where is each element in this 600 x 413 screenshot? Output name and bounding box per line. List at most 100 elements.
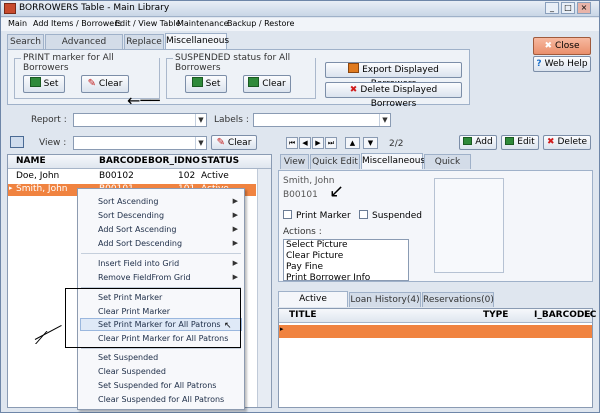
chevron-down-icon: ▼ [195,114,206,126]
list-item[interactable]: Select Picture [284,240,408,251]
table-row[interactable]: Doe, John B00102 102 Active [8,171,256,183]
close-window-button[interactable]: × [577,2,591,14]
pager-count: 2/2 [389,139,404,149]
tab-reservations[interactable]: Reservations(0) [422,292,494,307]
actions-list[interactable]: Select Picture Clear Picture Pay Fine Pr… [283,239,409,281]
submenu-arrow-icon: ▶ [232,239,238,247]
menu-backup-restore[interactable]: Backup / Restore [227,19,294,28]
suspended-set-button[interactable]: Set [185,75,227,93]
menu-insert-field[interactable]: Insert Field into Grid [98,259,179,268]
col-status[interactable]: STATUS [201,156,239,166]
view-clear-button[interactable]: ✎ Clear [211,135,257,150]
detail-tab-view[interactable]: View [280,154,309,169]
help-icon: ? [536,59,542,69]
menu-bar: Main Add Items / Borrowers Edit / View T… [1,18,599,31]
down-record-icon[interactable]: ▼ [363,137,378,149]
up-record-icon[interactable]: ▲ [345,137,360,149]
web-help-button[interactable]: ? Web Help [533,56,591,72]
print-marker-checkbox[interactable]: Print Marker [283,210,351,221]
view-select[interactable]: ▼ [73,136,207,150]
set-icon [191,77,203,87]
loans-grid: TITLE TYPE I_BARCODE LC ▸ [278,308,596,408]
menu-add-sort-descending[interactable]: Add Sort Descending [98,239,182,248]
suspended-caption: SUSPENDED status for All Borrowers [173,53,315,73]
detail-tab-quick-edit[interactable]: Quick Edit [310,154,360,169]
labels-select[interactable]: ▼ [253,113,391,127]
delete-button[interactable]: ✖ Delete [543,135,591,150]
menu-separator [81,253,241,254]
detail-tab-quick-add[interactable]: Quick Add [424,154,471,181]
col-bor-idno[interactable]: BOR_IDNO [148,156,200,166]
menu-maintenance[interactable]: Maintenance [177,19,229,28]
detail-panel: Smith, John B00101 Print Marker Suspende… [278,170,593,282]
picture-frame[interactable] [434,178,504,273]
tab-search[interactable]: Search [7,34,44,49]
table-row-selected[interactable]: ▸ [279,325,592,338]
grid-header: NAME BARCODE BOR_IDNO STATUS [8,155,271,169]
tab-replace[interactable]: Replace [124,34,164,49]
menu-set-suspended[interactable]: Set Suspended [98,353,158,362]
menu-add-items[interactable]: Add Items / Borrowers [33,19,122,28]
tab-active-loans[interactable]: Active Loans(0) [278,291,348,318]
row-pointer-icon: ▸ [280,325,284,333]
col-name[interactable]: NAME [16,156,46,166]
col-type[interactable]: TYPE [483,310,508,320]
tab-advanced-search[interactable]: Advanced Search [45,34,123,61]
cell-status: Active [201,171,229,181]
menu-edit-view[interactable]: Edit / View Table [115,19,181,28]
col-barcode[interactable]: BARCODE [99,156,148,166]
grid-scrollbar[interactable] [257,169,271,407]
delete-icon: ✖ [349,85,358,95]
edit-label: Edit [517,137,535,147]
title-bar[interactable]: BORROWERS Table - Main Library _ □ × [1,1,599,17]
print-marker-clear-button[interactable]: ✎ Clear [81,75,129,93]
report-select[interactable]: ▼ [73,113,207,127]
next-record-icon[interactable]: ▶ [312,137,324,149]
menu-clear-suspended-all[interactable]: Clear Suspended for All Patrons [98,395,224,404]
prev-record-icon[interactable]: ◀ [299,137,311,149]
list-item[interactable]: Pay Fine [284,262,408,273]
col-lc[interactable]: LC [584,310,596,320]
suspended-checkbox[interactable]: Suspended [359,210,422,221]
row-pointer-icon: ▸ [9,184,13,192]
add-label: Add [475,137,493,147]
first-record-icon[interactable]: ⏮ [286,137,298,149]
list-item[interactable]: Clear Picture [284,251,408,262]
labels-label: Labels : [214,115,249,125]
last-record-icon[interactable]: ⏭ [325,137,337,149]
edit-button[interactable]: Edit [501,135,539,150]
suspended-clear-label: Clear [262,79,286,89]
add-button[interactable]: Add [459,135,497,150]
menu-sort-ascending[interactable]: Sort Ascending [98,197,158,206]
suspended-clear-button[interactable]: Clear [243,75,291,93]
print-marker-set-button[interactable]: Set [23,75,65,93]
menu-main[interactable]: Main [8,19,27,28]
view-clear-label: Clear [227,138,252,148]
checkbox-icon [283,210,292,219]
delete-icon: ✖ [546,137,555,147]
menu-add-sort-ascending[interactable]: Add Sort Ascending [98,225,176,234]
grid-view-icon[interactable] [10,136,24,148]
export-displayed-button[interactable]: Export Displayed Borrowers [325,62,462,89]
menu-sort-descending[interactable]: Sort Descending [98,211,164,220]
chevron-down-icon: ▼ [379,114,390,126]
menu-remove-field[interactable]: Remove FieldFrom Grid [98,273,191,282]
menu-set-suspended-all[interactable]: Set Suspended for All Patrons [98,381,216,390]
suspended-group: SUSPENDED status for All Borrowers Set C… [166,53,316,99]
col-title[interactable]: TITLE [289,310,317,320]
loans-grid-header: TITLE TYPE I_BARCODE LC [279,309,596,323]
tab-loan-history[interactable]: Loan History(4) [349,292,421,307]
maximize-button[interactable]: □ [561,2,575,14]
export-icon [348,63,360,73]
close-icon: ✖ [544,41,552,51]
submenu-arrow-icon: ▶ [232,273,238,281]
col-i-barcode[interactable]: I_BARCODE [534,310,590,320]
delete-displayed-button[interactable]: ✖ Delete Displayed Borrowers [325,82,462,109]
minimize-button[interactable]: _ [545,2,559,14]
menu-clear-suspended[interactable]: Clear Suspended [98,367,166,376]
detail-tab-miscellaneous[interactable]: Miscellaneous [361,153,425,169]
close-button[interactable]: ✖ Close [533,37,591,55]
tab-miscellaneous[interactable]: Miscellaneous [165,33,229,49]
list-item[interactable]: Print Borrower Info [284,273,408,280]
cell-name: Smith, John [16,184,68,194]
